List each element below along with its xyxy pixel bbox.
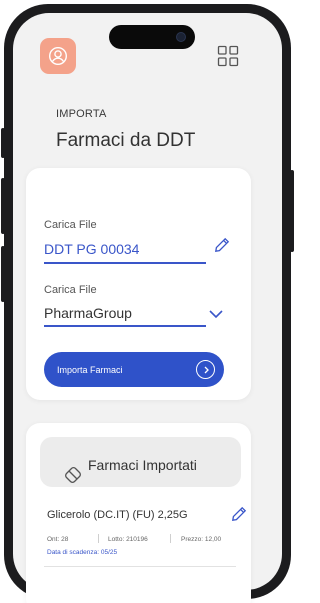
supplier-select[interactable]: PharmaGroup bbox=[44, 305, 132, 321]
page-kicker: IMPORTA bbox=[56, 108, 107, 120]
item-name: Glicerolo (DC.IT) (FU) 2,25G bbox=[47, 509, 188, 521]
file-field-label: Carica File bbox=[44, 219, 97, 231]
import-button-label: Importa Farmaci bbox=[57, 364, 123, 375]
pencil-icon[interactable] bbox=[230, 505, 248, 523]
arrow-right-circle-icon bbox=[196, 360, 215, 379]
file-field[interactable]: DDT PG 00034 bbox=[44, 241, 139, 257]
imported-title: Farmaci Importati bbox=[88, 457, 197, 473]
phone-side-button bbox=[1, 246, 5, 302]
item-lot: Lotto: 210196 bbox=[108, 536, 148, 543]
grid-icon[interactable] bbox=[217, 45, 239, 67]
chevron-down-icon[interactable] bbox=[208, 309, 224, 319]
user-icon bbox=[48, 46, 68, 66]
page-title: Farmaci da DDT bbox=[56, 130, 196, 151]
item-price: Prezzo: 12,00 bbox=[181, 536, 222, 543]
phone-side-button bbox=[1, 128, 5, 158]
item-divider bbox=[44, 566, 236, 567]
import-button[interactable]: Importa Farmaci bbox=[44, 352, 224, 387]
supplier-field-label: Carica File bbox=[44, 284, 97, 296]
supplier-select-underline bbox=[44, 325, 206, 327]
profile-button[interactable] bbox=[40, 38, 76, 74]
file-field-underline bbox=[44, 262, 206, 264]
dynamic-island bbox=[109, 25, 195, 49]
pencil-icon[interactable] bbox=[213, 236, 231, 254]
phone-side-button bbox=[1, 178, 5, 234]
meta-divider bbox=[98, 534, 99, 543]
pill-icon bbox=[65, 467, 81, 483]
phone-side-button bbox=[290, 170, 294, 252]
item-expiry: Data di scadenza: 05/25 bbox=[47, 549, 118, 556]
camera-icon bbox=[176, 32, 186, 42]
item-quantity: Ont: 28 bbox=[47, 536, 69, 543]
meta-divider bbox=[170, 534, 171, 543]
